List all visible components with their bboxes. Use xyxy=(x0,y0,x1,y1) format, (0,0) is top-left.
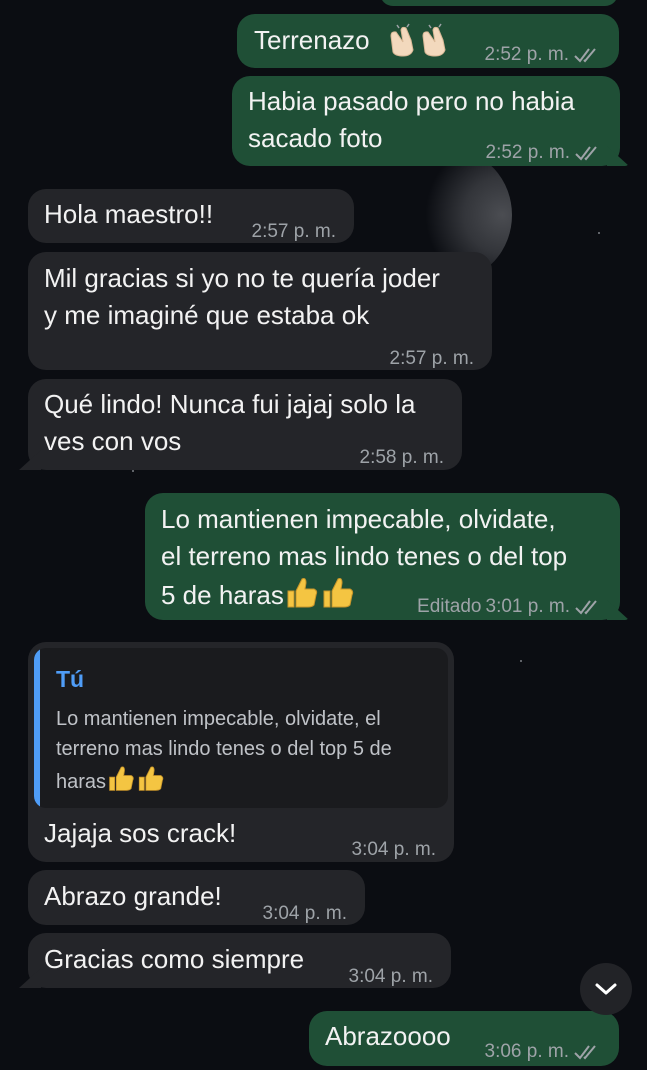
message-text: Mil gracias si yo no te quería joder y m… xyxy=(44,263,440,330)
message-time: 3:04 p. m. xyxy=(348,966,434,987)
message-text: Terrenazo xyxy=(254,25,370,55)
message-text: Abrazo grande! xyxy=(44,881,222,911)
clapping-hands-emoji xyxy=(387,22,453,68)
message-meta: Editado 3:01 p. m. xyxy=(417,588,602,625)
reply-quote[interactable]: Tú Lo mantienen impecable, olvidate, el … xyxy=(34,648,448,808)
message-text: Jajaja sos crack! xyxy=(44,818,237,848)
message-time: 2:52 p. m. xyxy=(484,44,570,65)
message-time: 2:52 p. m. xyxy=(485,142,571,163)
chevron-down-icon xyxy=(595,983,617,995)
message-meta: 2:52 p. m. xyxy=(486,134,603,171)
message-time: 2:57 p. m. xyxy=(389,348,475,369)
double-check-icon xyxy=(574,47,596,63)
thumbs-up-emoji xyxy=(106,764,166,801)
message-time: 3:04 p. m. xyxy=(351,839,437,860)
quote-bar xyxy=(34,648,40,808)
message-time: 2:58 p. m. xyxy=(359,447,445,468)
message-time: 3:04 p. m. xyxy=(262,903,348,924)
message-meta: 3:06 p. m. xyxy=(485,1033,602,1070)
message-time: 2:57 p. m. xyxy=(251,221,337,242)
message-bubble-incoming[interactable]: Qué lindo! Nunca fui jajaj solo la ves c… xyxy=(28,379,462,470)
message-bubble-incoming[interactable]: Abrazo grande! 3:04 p. m. xyxy=(28,870,365,925)
message-text: Gracias como siempre xyxy=(44,944,305,974)
star xyxy=(520,660,522,662)
message-bubble-outgoing[interactable]: Terrenazo 2:52 p. m. xyxy=(237,14,619,68)
quote-author: Tú xyxy=(56,666,85,692)
message-bubble-incoming[interactable]: Mil gracias si yo no te quería joder y m… xyxy=(28,252,492,370)
edited-label: Editado xyxy=(417,596,482,617)
double-check-icon xyxy=(575,599,597,615)
double-check-icon xyxy=(575,145,597,161)
thumbs-up-emoji xyxy=(284,575,356,619)
message-text: Abrazoooo xyxy=(325,1021,451,1051)
message-meta: 2:52 p. m. xyxy=(485,36,602,73)
message-bubble-incoming[interactable]: Hola maestro!! 2:57 p. m. xyxy=(28,189,354,243)
message-time: 3:06 p. m. xyxy=(484,1041,570,1062)
quote-text: Lo mantienen impecable, olvidate, el ter… xyxy=(56,704,436,801)
message-bubble-outgoing[interactable]: Abrazoooo 3:06 p. m. xyxy=(309,1011,619,1066)
message-bubble-incoming[interactable]: Gracias como siempre 3:04 p. m. xyxy=(28,933,451,988)
star xyxy=(132,470,134,472)
star xyxy=(598,232,600,234)
message-bubble-outgoing[interactable]: Lo mantienen impecable, olvidate, el ter… xyxy=(145,493,620,620)
scroll-to-bottom-button[interactable] xyxy=(580,963,632,1015)
message-bubble-incoming[interactable]: Tú Lo mantienen impecable, olvidate, el … xyxy=(28,642,454,862)
message-bubble-partial xyxy=(380,0,618,6)
message-text: Hola maestro!! xyxy=(44,199,214,229)
double-check-icon xyxy=(574,1044,596,1060)
message-bubble-outgoing[interactable]: Habia pasado pero no habia sacado foto 2… xyxy=(232,76,620,166)
message-time: 3:01 p. m. xyxy=(485,596,571,617)
